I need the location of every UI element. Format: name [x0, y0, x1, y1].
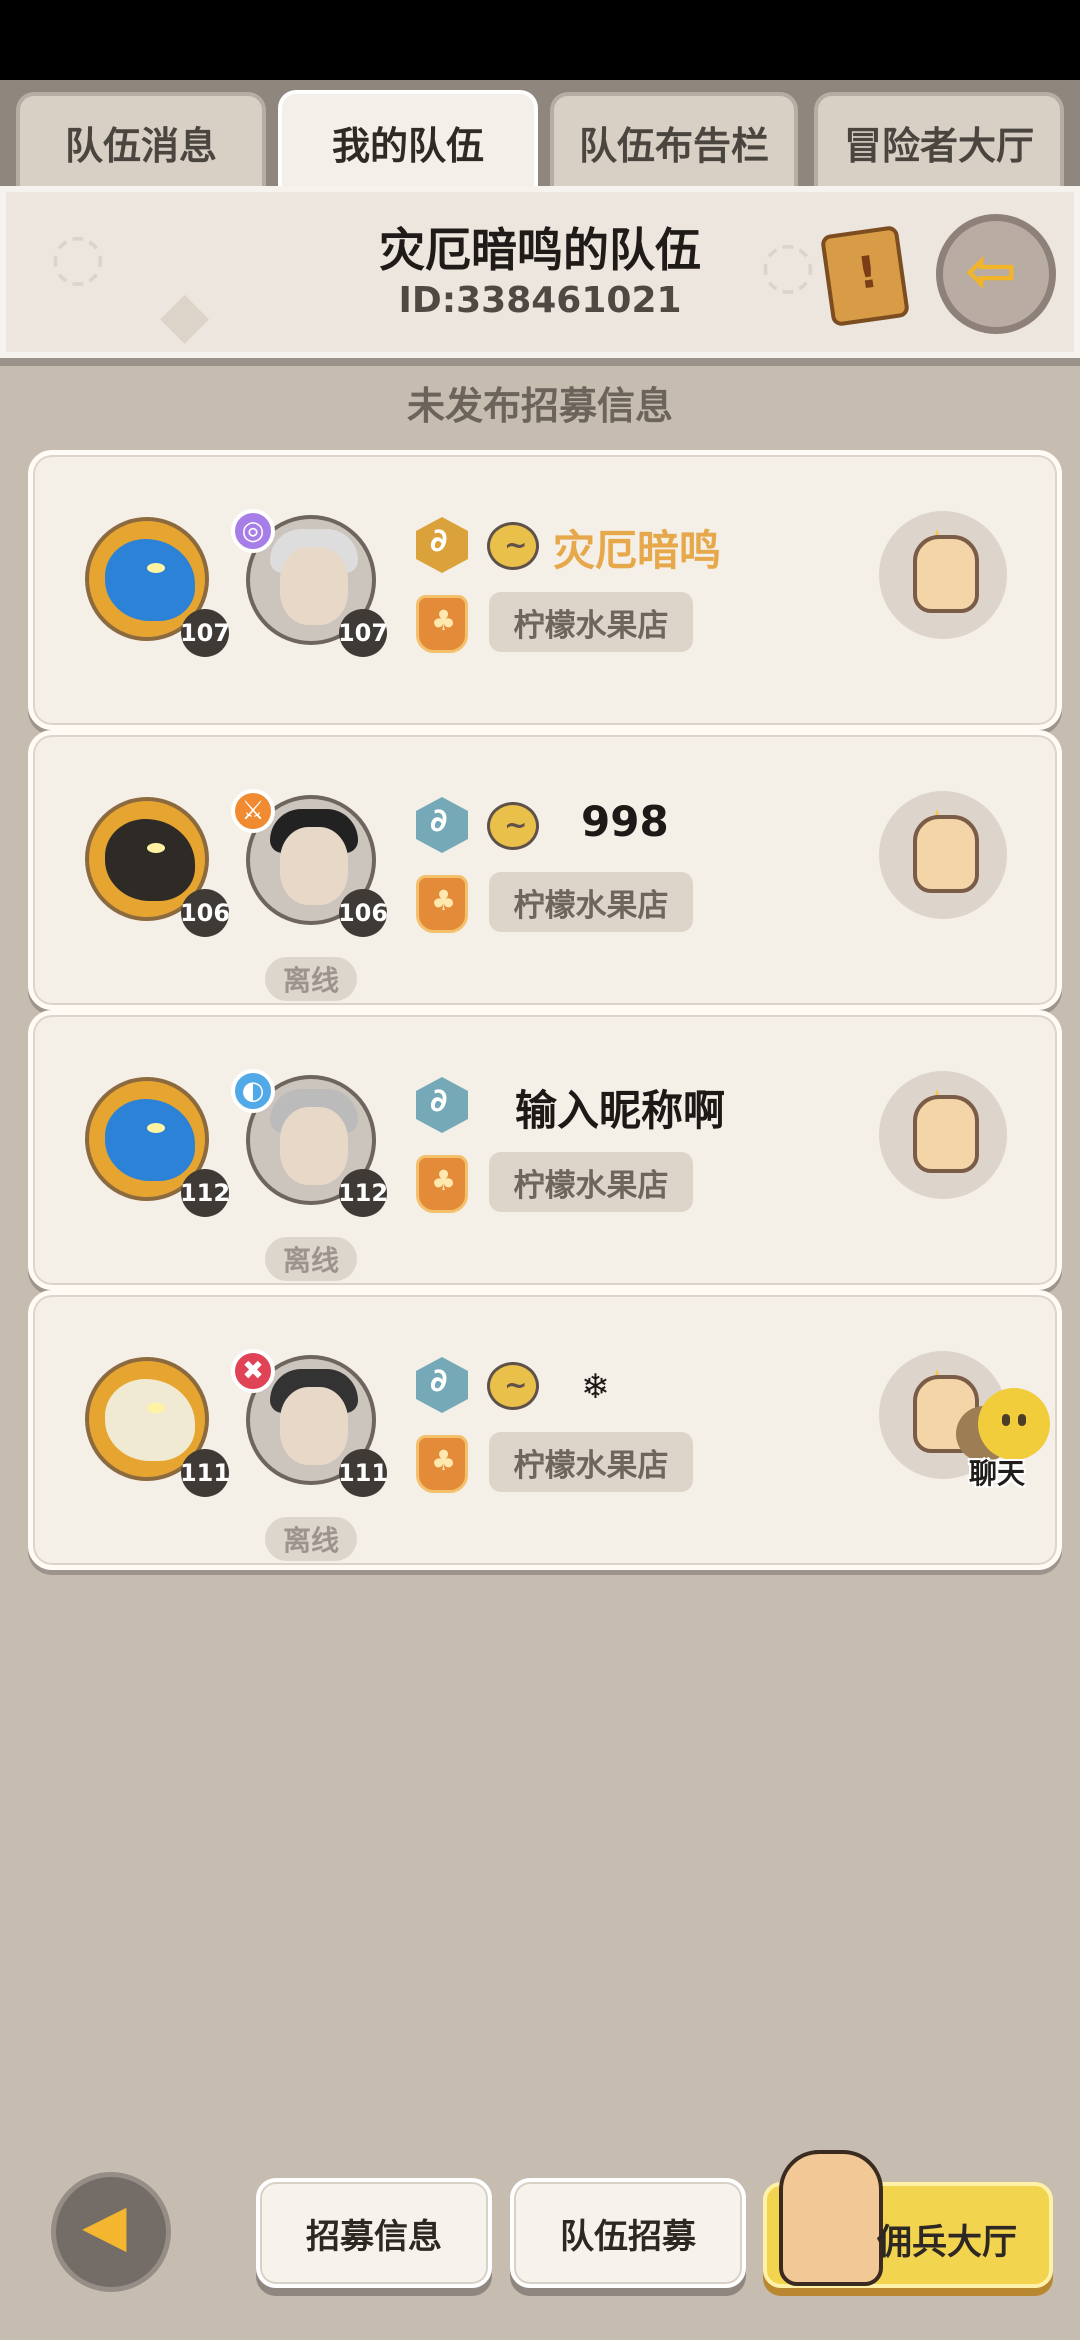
team-recruit-button[interactable]: 队伍招募 [510, 2178, 746, 2288]
player-name: 输入昵称啊 [515, 1086, 726, 1135]
mercenary-hall-button[interactable]: 佣兵大厅 [763, 2150, 1053, 2288]
tab-adventurer-hall[interactable]: 冒险者大厅 [814, 92, 1064, 188]
hand-icon [913, 1375, 979, 1453]
offline-status: 离线 [265, 1517, 357, 1561]
player-level-badge: 112 [338, 1169, 388, 1217]
offline-status: 离线 [265, 1237, 357, 1281]
member-card: 111 ✖ 111 离线 ❄ 柠檬水果店 ★ [28, 1290, 1062, 1570]
element-icon: ◐ [231, 1069, 275, 1113]
player-name: 灾厄暗鸣 [553, 526, 722, 575]
guild-name: 柠檬水果店 [489, 592, 693, 652]
pet-level-badge: 107 [180, 609, 230, 657]
blue-rank-icon [416, 1357, 468, 1413]
offline-status: 离线 [265, 957, 357, 1001]
guild-icon [416, 595, 468, 653]
status-bar [0, 0, 1080, 80]
team-header: ◌ ◆ ◌ 灾厄暗鸣的队伍 ID:338461021 [0, 186, 1080, 366]
member-card: 107 ◎ 107 灾厄暗鸣 柠檬水果店 ★ [28, 450, 1062, 730]
notice-scroll-icon[interactable] [819, 225, 911, 327]
pet-level-badge: 111 [180, 1449, 230, 1497]
member-card: 106 ⚔ 106 离线 998 柠檬水果店 ★ [28, 730, 1062, 1010]
pet-level-badge: 112 [180, 1169, 230, 1217]
guild-name: 柠檬水果店 [489, 1152, 693, 1212]
back-button[interactable] [51, 2172, 171, 2292]
element-icon: ✖ [231, 1349, 275, 1393]
guild-icon [416, 1155, 468, 1213]
tab-my-team[interactable]: 我的队伍 [278, 90, 538, 190]
tab-team-messages[interactable]: 队伍消息 [16, 92, 266, 188]
guild-name: 柠檬水果店 [489, 872, 693, 932]
recruit-status-text: 未发布招募信息 [406, 384, 673, 428]
tab-team-board[interactable]: 队伍布告栏 [550, 92, 798, 188]
recruit-info-button[interactable]: 招募信息 [256, 2178, 492, 2288]
player-name: 998 [581, 797, 669, 846]
emote-badge-icon [487, 522, 539, 570]
guild-icon [416, 875, 468, 933]
guild-icon [416, 1435, 468, 1493]
member-action-button[interactable]: ★ [879, 1071, 1007, 1199]
tab-bar: 队伍消息 我的队伍 队伍布告栏 冒险者大厅 [0, 80, 1080, 190]
player-name: ❄ [581, 1367, 610, 1407]
pet-level-badge: 106 [180, 889, 230, 937]
emote-badge-icon [487, 802, 539, 850]
player-level-badge: 111 [338, 1449, 388, 1497]
team-title: 灾厄暗鸣的队伍 [379, 223, 701, 277]
mercenary-hall-label: 佣兵大厅 [876, 2223, 1017, 2263]
guild-name: 柠檬水果店 [489, 1432, 693, 1492]
mercenary-avatar-icon [779, 2150, 883, 2286]
blue-rank-icon [416, 1077, 468, 1133]
hand-icon [913, 535, 979, 613]
member-action-button[interactable]: ★ [879, 511, 1007, 639]
blue-rank-icon [416, 797, 468, 853]
element-icon: ⚔ [231, 789, 275, 833]
team-id: ID:338461021 [398, 280, 682, 321]
member-card: 112 ◐ 112 离线 输入昵称啊 柠檬水果店 ★ [28, 1010, 1062, 1290]
element-icon: ◎ [231, 509, 275, 553]
emote-badge-icon [487, 1362, 539, 1410]
gold-rank-icon [416, 517, 468, 573]
hand-icon [913, 1095, 979, 1173]
hand-icon [913, 815, 979, 893]
chat-label[interactable]: 聊天 [955, 1452, 1039, 1492]
exit-team-button[interactable] [936, 214, 1056, 334]
chat-face-icon[interactable] [978, 1388, 1050, 1460]
player-level-badge: 107 [338, 609, 388, 657]
player-level-badge: 106 [338, 889, 388, 937]
member-action-button[interactable]: ★ [879, 791, 1007, 919]
